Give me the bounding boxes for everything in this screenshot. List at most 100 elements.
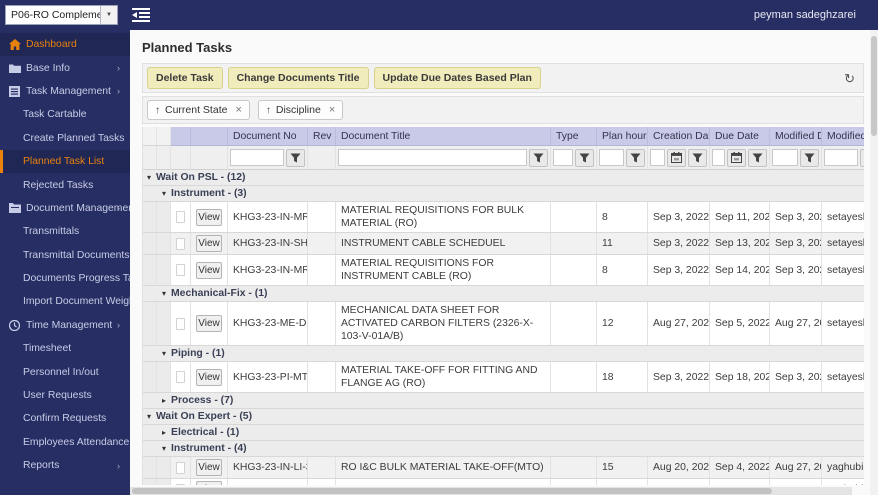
group-row-level-2[interactable]: ▸ Process - (7): [143, 393, 864, 409]
table-row: View KHG3-23-IN-MR-3002 MATERIAL REQUISITI…: [143, 255, 864, 286]
column-header-due[interactable]: Due Date: [710, 127, 770, 146]
column-header-creation[interactable]: Creation Date: [648, 127, 710, 146]
column-header-type[interactable]: Type: [551, 127, 597, 146]
sidebar-item-base-info[interactable]: Base Info ›: [0, 56, 130, 79]
change-documents-title-button[interactable]: Change Documents Title: [227, 67, 369, 89]
horizontal-scrollbar-thumb[interactable]: [132, 488, 772, 494]
sidebar-item-dashboard[interactable]: Dashboard: [0, 33, 130, 57]
filter-icon[interactable]: [800, 148, 819, 167]
delete-task-button[interactable]: Delete Task: [147, 67, 223, 89]
sidebar-item-import-document-weight[interactable]: Import Document Weight: [0, 290, 130, 313]
filter-input-plan-hour[interactable]: [599, 149, 624, 166]
view-button[interactable]: View: [196, 459, 222, 476]
sidebar-item-timesheet[interactable]: Timesheet: [0, 337, 130, 360]
vertical-scrollbar-thumb[interactable]: [871, 36, 877, 136]
row-checkbox[interactable]: [176, 371, 185, 383]
sidebar-item-personnel-in-out[interactable]: Personnel In/out: [0, 360, 130, 383]
calendar-icon[interactable]: [727, 148, 746, 167]
group-expanded-icon[interactable]: ▾: [162, 289, 166, 298]
group-expanded-icon[interactable]: ▾: [147, 173, 151, 182]
filter-input-mod-user[interactable]: [824, 149, 858, 166]
view-button[interactable]: View: [196, 368, 222, 386]
filter-input-creation[interactable]: [650, 149, 665, 166]
group-expanded-icon[interactable]: ▾: [147, 412, 151, 421]
cell-modified: Sep 3, 2022: [770, 479, 822, 485]
sidebar-item-transmittal-documents[interactable]: Transmittal Documents: [0, 244, 130, 267]
group-label: Instrument - (3): [171, 188, 247, 199]
filter-icon[interactable]: [688, 148, 707, 167]
row-checkbox[interactable]: [176, 211, 185, 223]
filter-input-title[interactable]: [338, 149, 527, 166]
row-checkbox[interactable]: [176, 264, 185, 276]
group-row-level-2[interactable]: ▸ Electrical - (1): [143, 425, 864, 441]
group-row-level-2[interactable]: ▾ Mechanical-Fix - (1): [143, 286, 864, 302]
filter-icon[interactable]: [529, 148, 548, 167]
group-row-level-2[interactable]: ▾ Piping - (1): [143, 346, 864, 362]
filter-cell-doc-no: [228, 146, 308, 170]
filter-icon[interactable]: [860, 148, 864, 167]
table-row: View KHG3-23-PI-MT-8011 MATERIAL TAKE-OFF …: [143, 362, 864, 393]
column-header-plan-hour[interactable]: Plan hour: [597, 127, 648, 146]
row-checkbox[interactable]: [176, 483, 185, 485]
filter-input-due[interactable]: [712, 149, 725, 166]
sidebar-item-task-cartable[interactable]: Task Cartable: [0, 103, 130, 126]
calendar-icon[interactable]: [667, 148, 686, 167]
project-select[interactable]: P06-RO Complementary ▼: [5, 5, 118, 25]
sort-ascending-icon[interactable]: ↑: [155, 105, 160, 116]
sidebar-item-task-management[interactable]: Task Management ›: [0, 80, 130, 103]
row-checkbox[interactable]: [176, 237, 185, 250]
view-button[interactable]: View: [196, 481, 222, 485]
sidebar-item-documents-progress-table[interactable]: Documents Progress Table: [0, 267, 130, 290]
group-collapsed-icon[interactable]: ▸: [162, 396, 166, 405]
group-expanded-icon[interactable]: ▾: [162, 349, 166, 358]
sidebar-item-transmittals[interactable]: Transmittals: [0, 220, 130, 243]
column-header-title[interactable]: Document Title: [336, 127, 551, 146]
sidebar-item-reports[interactable]: Reports ›: [0, 454, 130, 477]
row-checkbox[interactable]: [176, 461, 185, 474]
update-due-dates-based-plan-button[interactable]: Update Due Dates Based Plan: [373, 67, 541, 89]
sidebar-item-label: Documents Progress Table: [23, 273, 130, 285]
filter-icon[interactable]: [626, 148, 645, 167]
refresh-icon[interactable]: ↻: [844, 72, 855, 85]
view-button[interactable]: View: [196, 235, 222, 252]
filter-input-doc-no[interactable]: [230, 149, 284, 166]
view-button[interactable]: View: [196, 261, 222, 279]
group-row-level-2[interactable]: ▾ Instrument - (4): [143, 441, 864, 457]
sidebar-item-document-management[interactable]: Document Management ›: [0, 197, 130, 220]
filter-input-type[interactable]: [553, 149, 573, 166]
view-button[interactable]: View: [196, 208, 222, 226]
group-row-level-1[interactable]: ▾ Wait On PSL - (12): [143, 170, 864, 186]
filter-icon[interactable]: [575, 148, 594, 167]
close-icon[interactable]: ×: [329, 104, 335, 116]
sidebar-item-rejected-tasks[interactable]: Rejected Tasks: [0, 173, 130, 196]
sidebar-item-time-management[interactable]: Time Management ›: [0, 314, 130, 337]
sidebar-item-employees-attendance[interactable]: Employees Attendance: [0, 431, 130, 454]
sidebar-item-confirm-requests[interactable]: Confirm Requests: [0, 407, 130, 430]
sidebar-item-planned-task-list[interactable]: Planned Task List: [0, 149, 130, 174]
group-expanded-icon[interactable]: ▾: [162, 189, 166, 198]
column-header-modified[interactable]: Modified Date: [770, 127, 822, 146]
group-expanded-icon[interactable]: ▾: [162, 444, 166, 453]
toolbar: Delete Task Change Documents Title Update …: [142, 63, 864, 93]
vertical-scrollbar[interactable]: [870, 30, 878, 495]
close-icon[interactable]: ×: [235, 104, 241, 116]
sidebar-item-create-planned-tasks[interactable]: Create Planned Tasks: [0, 127, 130, 150]
filter-icon[interactable]: [286, 148, 305, 167]
filter-input-modified[interactable]: [772, 149, 798, 166]
column-header-rev[interactable]: Rev: [308, 127, 336, 146]
view-button[interactable]: View: [196, 315, 222, 332]
row-checkbox[interactable]: [176, 317, 185, 330]
group-row-level-1[interactable]: ▾ Wait On Expert - (5): [143, 409, 864, 425]
group-row-level-2[interactable]: ▾ Instrument - (3): [143, 186, 864, 202]
group-chip-discipline[interactable]: ↑ Discipline ×: [257, 100, 344, 120]
sort-ascending-icon[interactable]: ↑: [266, 105, 271, 116]
column-header-doc-no[interactable]: Document No: [228, 127, 308, 146]
group-chip-current-state[interactable]: ↑ Current State ×: [147, 100, 250, 120]
horizontal-scrollbar[interactable]: [130, 487, 852, 495]
current-username[interactable]: peyman sadeghzarei: [754, 0, 856, 30]
group-collapsed-icon[interactable]: ▸: [162, 428, 166, 437]
column-header-mod-user[interactable]: Modified User: [822, 127, 864, 146]
filter-icon[interactable]: [748, 148, 767, 167]
sidebar-item-user-requests[interactable]: User Requests: [0, 384, 130, 407]
sidebar-collapse-icon[interactable]: [130, 6, 152, 24]
